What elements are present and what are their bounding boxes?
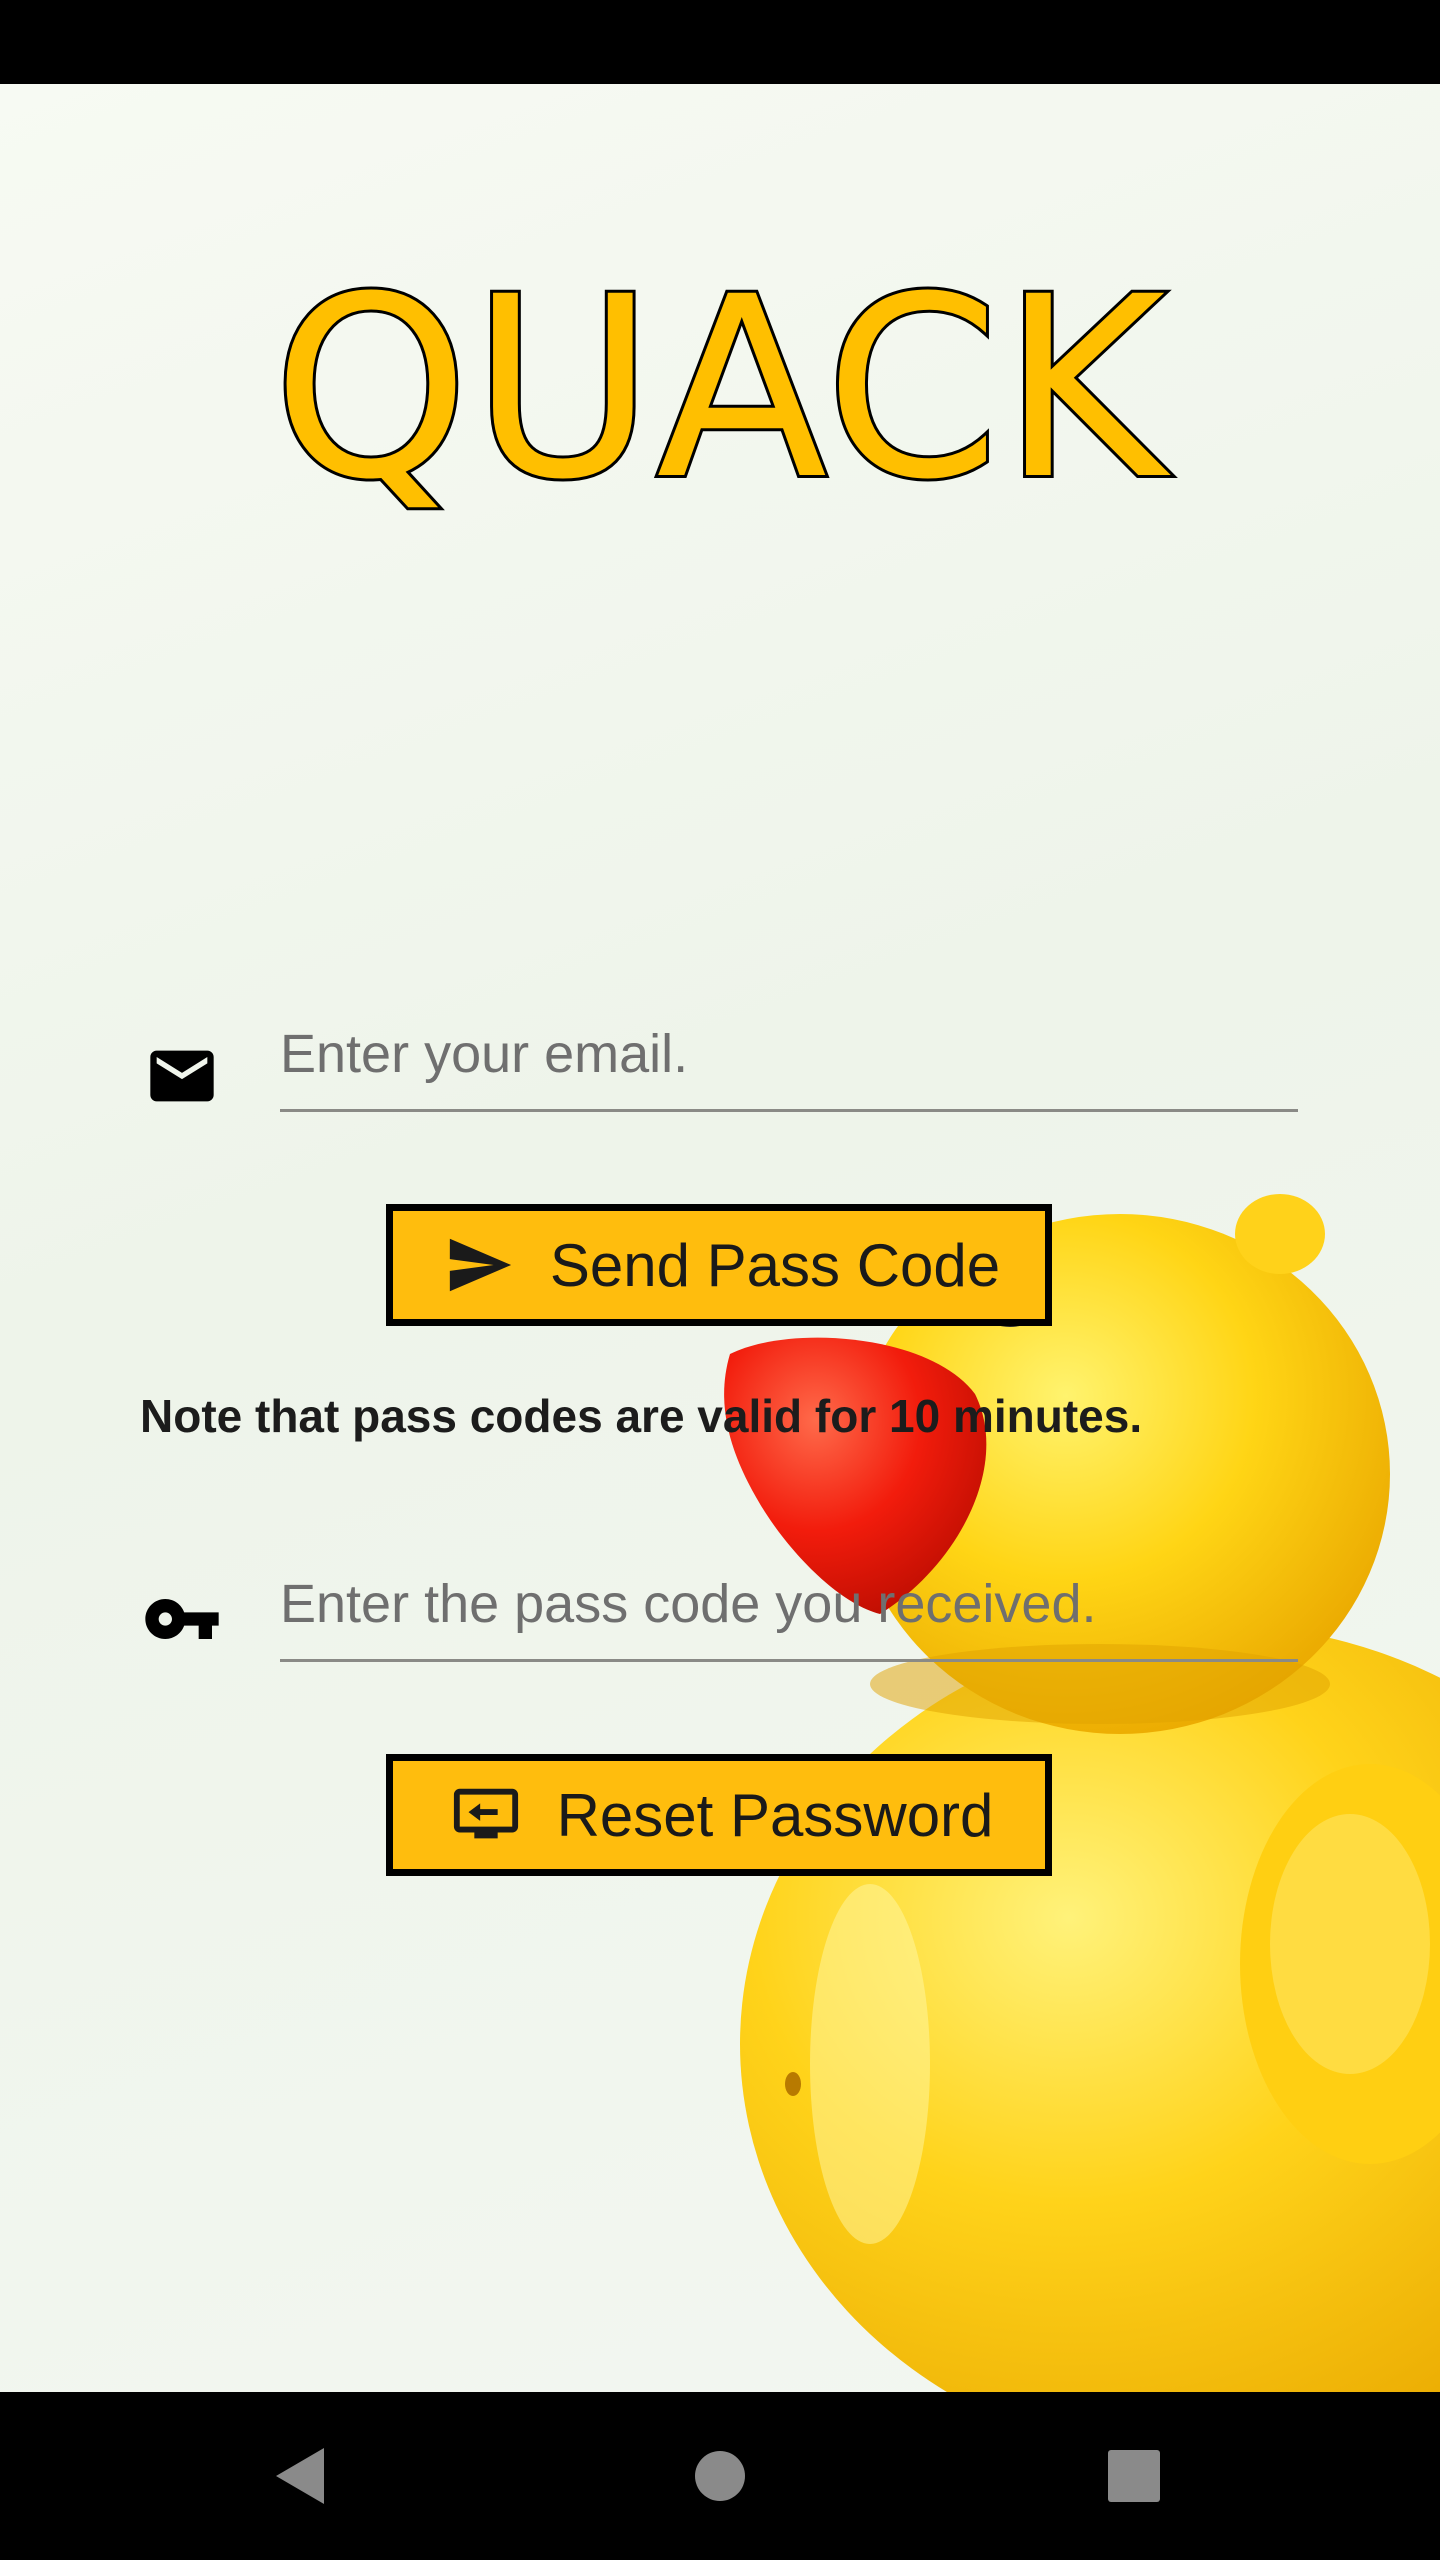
back-triangle-icon bbox=[276, 2448, 324, 2504]
screen-switch-icon bbox=[453, 1788, 518, 1839]
app-title: QUACK bbox=[270, 243, 1169, 534]
send-icon bbox=[449, 1238, 511, 1292]
back-button[interactable] bbox=[258, 2434, 342, 2518]
navigation-bar bbox=[0, 2392, 1440, 2560]
reset-password-label: Reset Password bbox=[556, 1781, 994, 1849]
recents-button[interactable] bbox=[1092, 2434, 1176, 2518]
key-icon bbox=[145, 1599, 219, 1639]
reset-password-button[interactable]: Reset Password bbox=[386, 1754, 1052, 1876]
recents-square-icon bbox=[1108, 2450, 1160, 2502]
email-field[interactable] bbox=[280, 999, 1298, 1112]
app-screen: QUACK Send Pass Code Note that pass code… bbox=[0, 84, 1440, 2392]
home-circle-icon bbox=[695, 2451, 745, 2501]
send-pass-code-button[interactable]: Send Pass Code bbox=[386, 1204, 1052, 1326]
send-pass-code-label: Send Pass Code bbox=[549, 1231, 1001, 1299]
pass-code-field[interactable] bbox=[280, 1549, 1298, 1662]
home-button[interactable] bbox=[678, 2434, 762, 2518]
email-icon bbox=[150, 1050, 214, 1102]
status-bar bbox=[0, 0, 1440, 84]
pass-code-validity-note: Note that pass codes are valid for 10 mi… bbox=[140, 1390, 1143, 1442]
